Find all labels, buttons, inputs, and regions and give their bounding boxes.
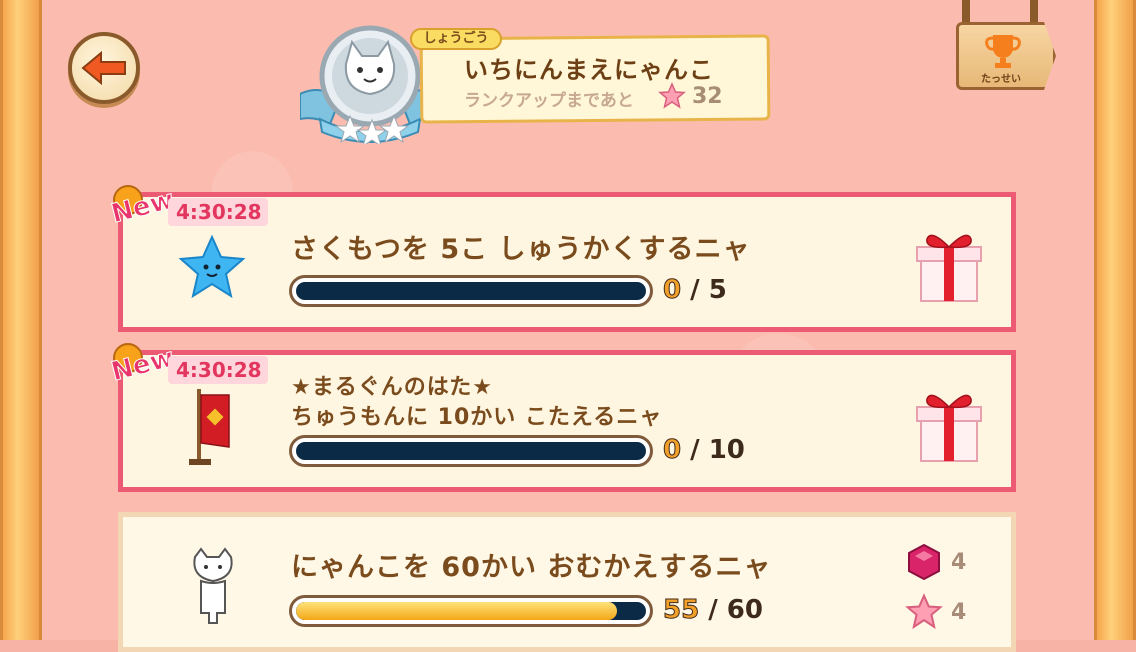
white-cat-icon	[193, 547, 233, 624]
reward-gem: 4	[905, 543, 966, 581]
rank-up-label: ランクアップまであと	[464, 91, 634, 111]
gift-box-icon[interactable]	[913, 227, 985, 305]
mission-text-line1: ★まるぐんのはた★	[291, 375, 494, 400]
progress-text: 0 / 10	[662, 435, 745, 466]
left-frame	[0, 0, 42, 640]
gem-icon	[908, 543, 940, 581]
progress-current: 0	[662, 275, 682, 306]
banner-flag-icon	[189, 389, 230, 465]
trophy-icon	[985, 35, 1021, 68]
title-tag: しょうごう	[410, 28, 502, 50]
back-arrow-icon	[81, 51, 126, 85]
mission-text-line2: ちゅうもんに 10かい こたえるニャ	[291, 405, 663, 430]
reward-star: 4	[905, 593, 966, 631]
progress-text: 0 / 5	[662, 275, 727, 306]
progress-target: 5	[708, 275, 727, 305]
rank-up-count: 32	[692, 84, 723, 109]
progress-current: 0	[662, 435, 682, 466]
mission-text: にゃんこを 60かい おむかえするニャ	[291, 552, 772, 583]
achievements-label: たっせい	[981, 74, 1021, 85]
reward-star-amount: 4	[951, 599, 967, 625]
progress-target: 10	[708, 435, 745, 465]
progress-bar	[289, 435, 653, 467]
gift-box-icon[interactable]	[913, 387, 985, 465]
right-frame	[1094, 0, 1136, 640]
pink-star-icon	[658, 82, 686, 109]
progress-text: 55 / 60	[662, 595, 763, 626]
progress-bar	[289, 275, 653, 307]
pink-star-icon	[905, 593, 943, 630]
mission-timer: 4:30:28	[168, 356, 268, 384]
blue-star-icon	[179, 235, 245, 299]
progress-bar	[289, 595, 653, 627]
mission-timer: 4:30:28	[168, 198, 268, 226]
mission-card[interactable]: にゃんこを 60かい おむかえするニャ 55 / 60 4 4	[118, 512, 1016, 652]
progress-current: 55	[662, 595, 700, 626]
back-button[interactable]	[68, 32, 140, 104]
mission-text: さくもつを 5こ しゅうかくするニャ	[291, 234, 751, 265]
progress-fill	[296, 602, 617, 620]
reward-gem-amount: 4	[951, 549, 967, 575]
progress-target: 60	[726, 595, 763, 625]
rank-title: いちにんまえにゃんこ	[464, 56, 714, 84]
